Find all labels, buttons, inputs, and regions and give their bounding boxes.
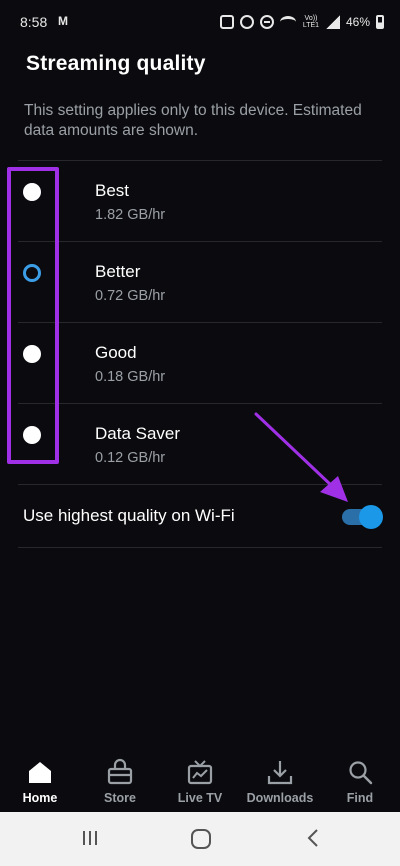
divider xyxy=(18,322,382,323)
status-icons: Vo)) LTE1 46% xyxy=(219,12,384,32)
nav-item-downloads[interactable]: Downloads xyxy=(240,750,320,812)
store-bag-icon xyxy=(107,758,133,785)
divider xyxy=(18,547,382,548)
home-icon xyxy=(29,762,51,783)
option-data-rate: 0.72 GB/hr xyxy=(95,288,166,304)
back-icon[interactable] xyxy=(304,828,324,848)
nav-item-live-tv[interactable]: Live TV xyxy=(160,750,240,812)
annotation-highlight-box xyxy=(7,167,59,464)
portrait-lock-icon xyxy=(219,15,234,29)
wifi-quality-toggle[interactable] xyxy=(342,505,383,529)
option-label: Better xyxy=(95,262,141,281)
page-title: Streaming quality xyxy=(26,52,206,75)
system-navigation-bar xyxy=(0,812,400,866)
status-time: 8:58 xyxy=(20,14,48,30)
live-tv-icon xyxy=(187,760,213,785)
option-label: Data Saver xyxy=(95,424,181,443)
quality-option-good[interactable]: Good 0.18 GB/hr xyxy=(0,324,400,404)
wifi-icon xyxy=(279,16,296,28)
download-icon xyxy=(267,761,293,785)
nav-label: Find xyxy=(346,791,374,805)
quality-option-better[interactable]: Better 0.72 GB/hr xyxy=(0,243,400,323)
nav-label: Store xyxy=(104,791,136,805)
recent-apps-icon[interactable] xyxy=(80,828,100,848)
alarm-icon xyxy=(239,15,254,29)
nav-label: Home xyxy=(22,791,58,805)
nav-item-store[interactable]: Store xyxy=(80,750,160,812)
nav-item-find[interactable]: Find xyxy=(320,750,400,812)
home-button-icon[interactable] xyxy=(190,828,212,850)
nav-label: Live TV xyxy=(177,791,223,805)
annotation-arrow-icon xyxy=(254,412,348,502)
do-not-disturb-icon xyxy=(259,15,274,29)
option-label: Best xyxy=(95,181,130,200)
quality-option-best[interactable]: Best 1.82 GB/hr xyxy=(0,162,400,242)
nav-item-home[interactable]: Home xyxy=(0,750,80,812)
divider xyxy=(18,160,382,161)
nav-label: Downloads xyxy=(246,791,314,805)
option-data-rate: 0.18 GB/hr xyxy=(95,369,166,385)
divider xyxy=(18,403,382,404)
bottom-navigation: Home Store Live TV Downloads Find xyxy=(0,750,400,812)
option-label: Good xyxy=(95,343,137,362)
wifi-quality-label: Use highest quality on Wi-Fi xyxy=(23,506,235,525)
option-data-rate: 1.82 GB/hr xyxy=(95,207,166,223)
gmail-notification-icon: M xyxy=(58,14,68,28)
screen: 8:58 M Vo)) LTE1 46% Streaming quality T… xyxy=(0,0,400,812)
status-bar: 8:58 M Vo)) LTE1 46% xyxy=(0,0,400,44)
toggle-knob xyxy=(359,505,383,529)
divider xyxy=(18,241,382,242)
search-icon xyxy=(349,761,373,785)
battery-percent: 46% xyxy=(345,15,370,29)
battery-icon xyxy=(376,15,384,29)
settings-description: This setting applies only to this device… xyxy=(24,102,362,139)
volte-icon: Vo)) LTE1 xyxy=(302,15,320,29)
signal-icon xyxy=(325,15,340,29)
option-data-rate: 0.12 GB/hr xyxy=(95,450,166,466)
